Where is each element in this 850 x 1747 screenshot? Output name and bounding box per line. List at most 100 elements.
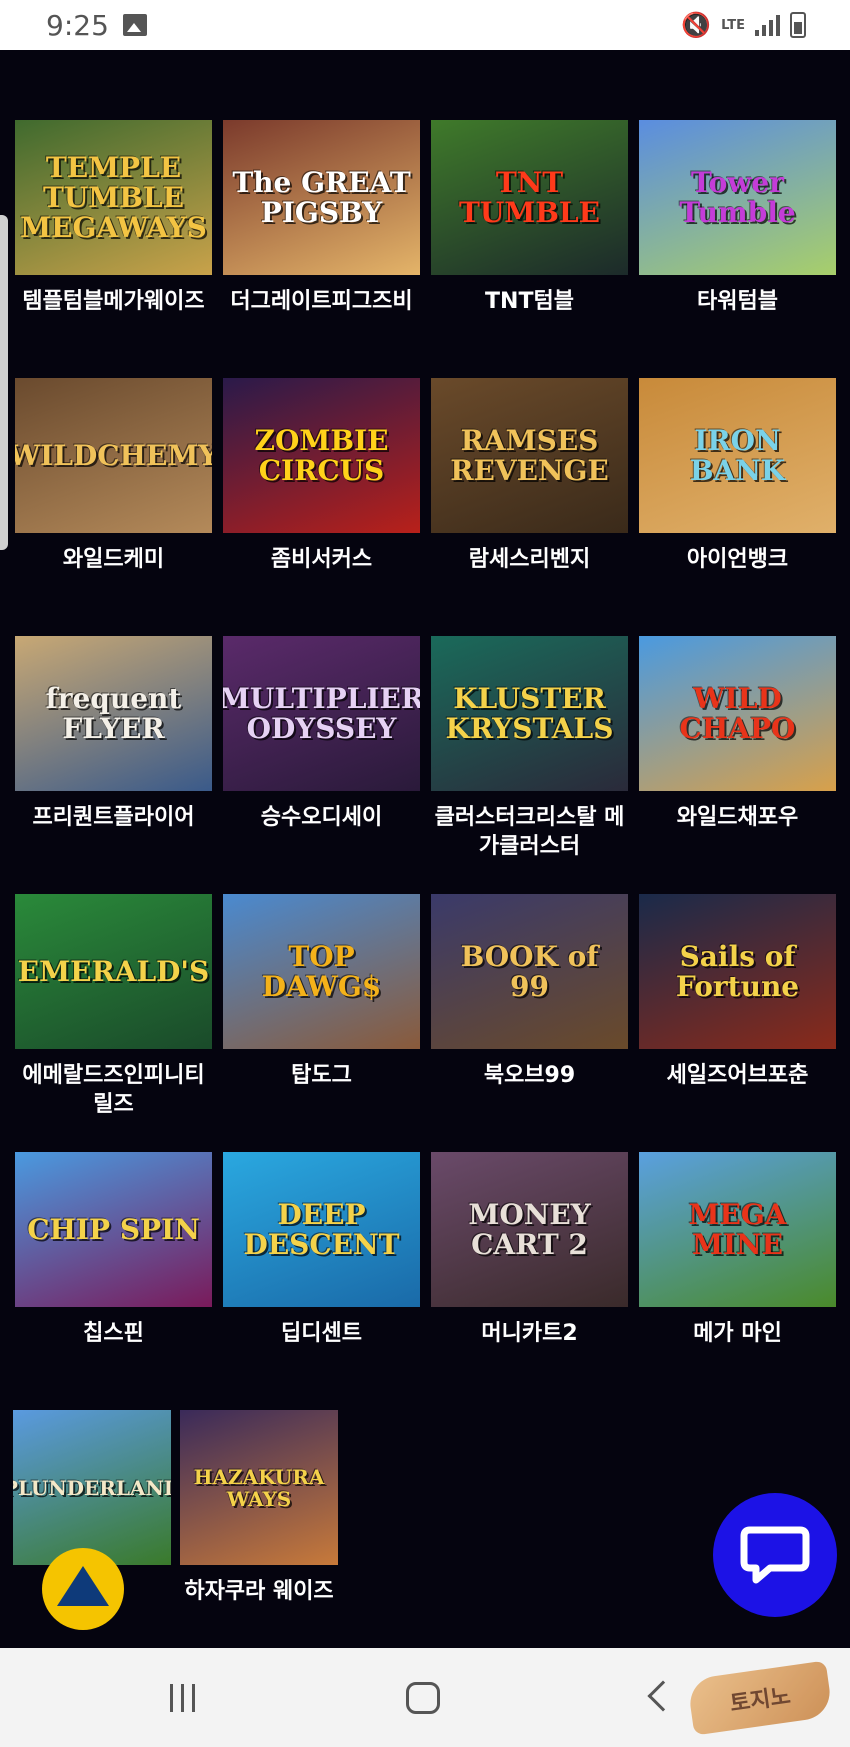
- recents-button[interactable]: [170, 1684, 195, 1712]
- chat-button[interactable]: [713, 1493, 837, 1617]
- game-thumbnail[interactable]: WILDCHEMY: [15, 378, 212, 533]
- game-thumbnail-logo: HAZAKURA WAYS: [193, 1464, 325, 1511]
- game-name[interactable]: 승수오디세이: [223, 803, 420, 832]
- status-bar: 9:25 🔇 LTE: [0, 0, 850, 50]
- game-name[interactable]: 와일드채포우: [639, 803, 836, 832]
- game-card[interactable]: The GREAT PIGSBY 더그레이트피그즈비: [223, 120, 420, 378]
- game-card[interactable]: EMERALD'S 에메랄드즈인피니티릴즈: [15, 894, 212, 1152]
- game-name[interactable]: 하자쿠라 웨이즈: [180, 1577, 338, 1606]
- scroll-top-button[interactable]: [42, 1548, 124, 1630]
- game-card[interactable]: MULTIPLIER ODYSSEY 승수오디세이: [223, 636, 420, 894]
- game-card[interactable]: IRON BANK 아이언뱅크: [639, 378, 836, 636]
- status-icons: 🔇 LTE: [681, 11, 806, 39]
- game-thumbnail[interactable]: ZOMBIE CIRCUS: [223, 378, 420, 533]
- game-thumbnail[interactable]: DEEP DESCENT: [223, 1152, 420, 1307]
- home-button[interactable]: [406, 1682, 440, 1714]
- watermark-logo: 토지노: [686, 1660, 834, 1736]
- game-thumbnail-logo: EMERALD'S: [17, 954, 210, 988]
- game-thumbnail[interactable]: Sails of Fortune: [639, 894, 836, 1049]
- game-thumbnail[interactable]: PLUNDERLAND: [13, 1410, 171, 1565]
- game-card[interactable]: WILD CHAPO 와일드채포우: [639, 636, 836, 894]
- game-thumbnail[interactable]: MONEY CART 2: [431, 1152, 628, 1307]
- status-time: 9:25: [46, 8, 109, 42]
- game-thumbnail-logo: DEEP DESCENT: [243, 1197, 400, 1261]
- game-thumbnail[interactable]: Tower Tumble: [639, 120, 836, 275]
- game-thumbnail[interactable]: The GREAT PIGSBY: [223, 120, 420, 275]
- game-thumbnail-logo: RAMSES REVENGE: [450, 423, 609, 487]
- game-thumbnail[interactable]: EMERALD'S: [15, 894, 212, 1049]
- game-thumbnail[interactable]: IRON BANK: [639, 378, 836, 533]
- game-card[interactable]: TOP DAWG$ 탑도그: [223, 894, 420, 1152]
- game-thumbnail-logo: WILDCHEMY: [15, 438, 212, 472]
- game-name[interactable]: 머니카트2: [431, 1319, 628, 1348]
- game-thumbnail-logo: frequent FLYER: [45, 681, 182, 745]
- game-thumbnail-logo: TEMPLE TUMBLE MEGAWAYS: [20, 150, 207, 244]
- game-card[interactable]: BOOK of 99 북오브99: [431, 894, 628, 1152]
- game-card[interactable]: RAMSES REVENGE 람세스리벤지: [431, 378, 628, 636]
- game-thumbnail[interactable]: RAMSES REVENGE: [431, 378, 628, 533]
- game-name[interactable]: 탑도그: [223, 1061, 420, 1090]
- game-card[interactable]: Tower Tumble 타워텀블: [639, 120, 836, 378]
- game-grid: TEMPLE TUMBLE MEGAWAYS 템플텀블메가웨이즈 The GREAT…: [15, 120, 836, 1410]
- game-thumbnail[interactable]: CHIP SPIN: [15, 1152, 212, 1307]
- game-name[interactable]: 에메랄드즈인피니티릴즈: [15, 1061, 212, 1119]
- game-thumbnail-logo: KLUSTER KRYSTALS: [445, 681, 614, 745]
- game-name[interactable]: 템플텀블메가웨이즈: [15, 287, 212, 316]
- lte-label: LTE: [721, 17, 745, 33]
- game-thumbnail[interactable]: TNT TUMBLE: [431, 120, 628, 275]
- game-card[interactable]: TEMPLE TUMBLE MEGAWAYS 템플텀블메가웨이즈: [15, 120, 212, 378]
- game-thumbnail-logo: PLUNDERLAND: [13, 1475, 171, 1500]
- game-name[interactable]: 타워텀블: [639, 287, 836, 316]
- game-thumbnail[interactable]: KLUSTER KRYSTALS: [431, 636, 628, 791]
- game-thumbnail-logo: MULTIPLIER ODYSSEY: [223, 681, 420, 745]
- battery-icon: [790, 12, 806, 38]
- game-card[interactable]: WILDCHEMY 와일드케미: [15, 378, 212, 636]
- game-name[interactable]: 아이언뱅크: [639, 545, 836, 574]
- game-thumbnail[interactable]: frequent FLYER: [15, 636, 212, 791]
- game-card[interactable]: MONEY CART 2 머니카트2: [431, 1152, 628, 1410]
- game-thumbnail[interactable]: MULTIPLIER ODYSSEY: [223, 636, 420, 791]
- game-card[interactable]: MEGA MINE 메가 마인: [639, 1152, 836, 1410]
- game-thumbnail-logo: CHIP SPIN: [27, 1212, 200, 1246]
- android-nav-bar: 토지노: [0, 1648, 850, 1747]
- game-card[interactable]: CHIP SPIN 칩스핀: [15, 1152, 212, 1410]
- game-name[interactable]: 좀비서커스: [223, 545, 420, 574]
- game-card[interactable]: Sails of Fortune 세일즈어브포춘: [639, 894, 836, 1152]
- game-thumbnail-logo: TOP DAWG$: [261, 939, 382, 1003]
- game-card[interactable]: DEEP DESCENT 딥디센트: [223, 1152, 420, 1410]
- game-name[interactable]: TNT텀블: [431, 287, 628, 316]
- game-thumbnail-logo: Tower Tumble: [679, 165, 796, 229]
- game-name[interactable]: 더그레이트피그즈비: [223, 287, 420, 316]
- game-thumbnail[interactable]: MEGA MINE: [639, 1152, 836, 1307]
- signal-icon: [755, 14, 780, 36]
- game-thumbnail[interactable]: TOP DAWG$: [223, 894, 420, 1049]
- game-name[interactable]: 클러스터크리스탈 메가클러스터: [431, 803, 628, 861]
- game-name[interactable]: 와일드케미: [15, 545, 212, 574]
- game-thumbnail[interactable]: TEMPLE TUMBLE MEGAWAYS: [15, 120, 212, 275]
- game-thumbnail-logo: TNT TUMBLE: [459, 165, 600, 229]
- game-thumbnail[interactable]: WILD CHAPO: [639, 636, 836, 791]
- game-thumbnail[interactable]: HAZAKURA WAYS: [180, 1410, 338, 1565]
- game-thumbnail-logo: ZOMBIE CIRCUS: [254, 423, 389, 487]
- game-name[interactable]: 람세스리벤지: [431, 545, 628, 574]
- back-button[interactable]: [647, 1680, 679, 1712]
- side-drawer-handle[interactable]: [0, 215, 8, 550]
- game-name[interactable]: 칩스핀: [15, 1319, 212, 1348]
- game-thumbnail-logo: MEGA MINE: [688, 1197, 787, 1261]
- game-name[interactable]: 메가 마인: [639, 1319, 836, 1348]
- game-thumbnail[interactable]: BOOK of 99: [431, 894, 628, 1049]
- game-thumbnail-logo: MONEY CART 2: [468, 1197, 591, 1261]
- game-thumbnail-logo: Sails of Fortune: [675, 939, 800, 1003]
- game-card[interactable]: ZOMBIE CIRCUS 좀비서커스: [223, 378, 420, 636]
- game-name[interactable]: 프리퀀트플라이어: [15, 803, 212, 832]
- game-card[interactable]: TNT TUMBLE TNT텀블: [431, 120, 628, 378]
- gallery-icon: [122, 14, 147, 36]
- game-thumbnail-logo: The GREAT PIGSBY: [232, 165, 411, 229]
- game-card[interactable]: KLUSTER KRYSTALS 클러스터크리스탈 메가클러스터: [431, 636, 628, 894]
- game-card[interactable]: HAZAKURA WAYS 하자쿠라 웨이즈: [180, 1410, 338, 1606]
- game-name[interactable]: 세일즈어브포춘: [639, 1061, 836, 1090]
- game-thumbnail-logo: IRON BANK: [689, 423, 786, 487]
- game-name[interactable]: 북오브99: [431, 1061, 628, 1090]
- game-card[interactable]: frequent FLYER 프리퀀트플라이어: [15, 636, 212, 894]
- game-name[interactable]: 딥디센트: [223, 1319, 420, 1348]
